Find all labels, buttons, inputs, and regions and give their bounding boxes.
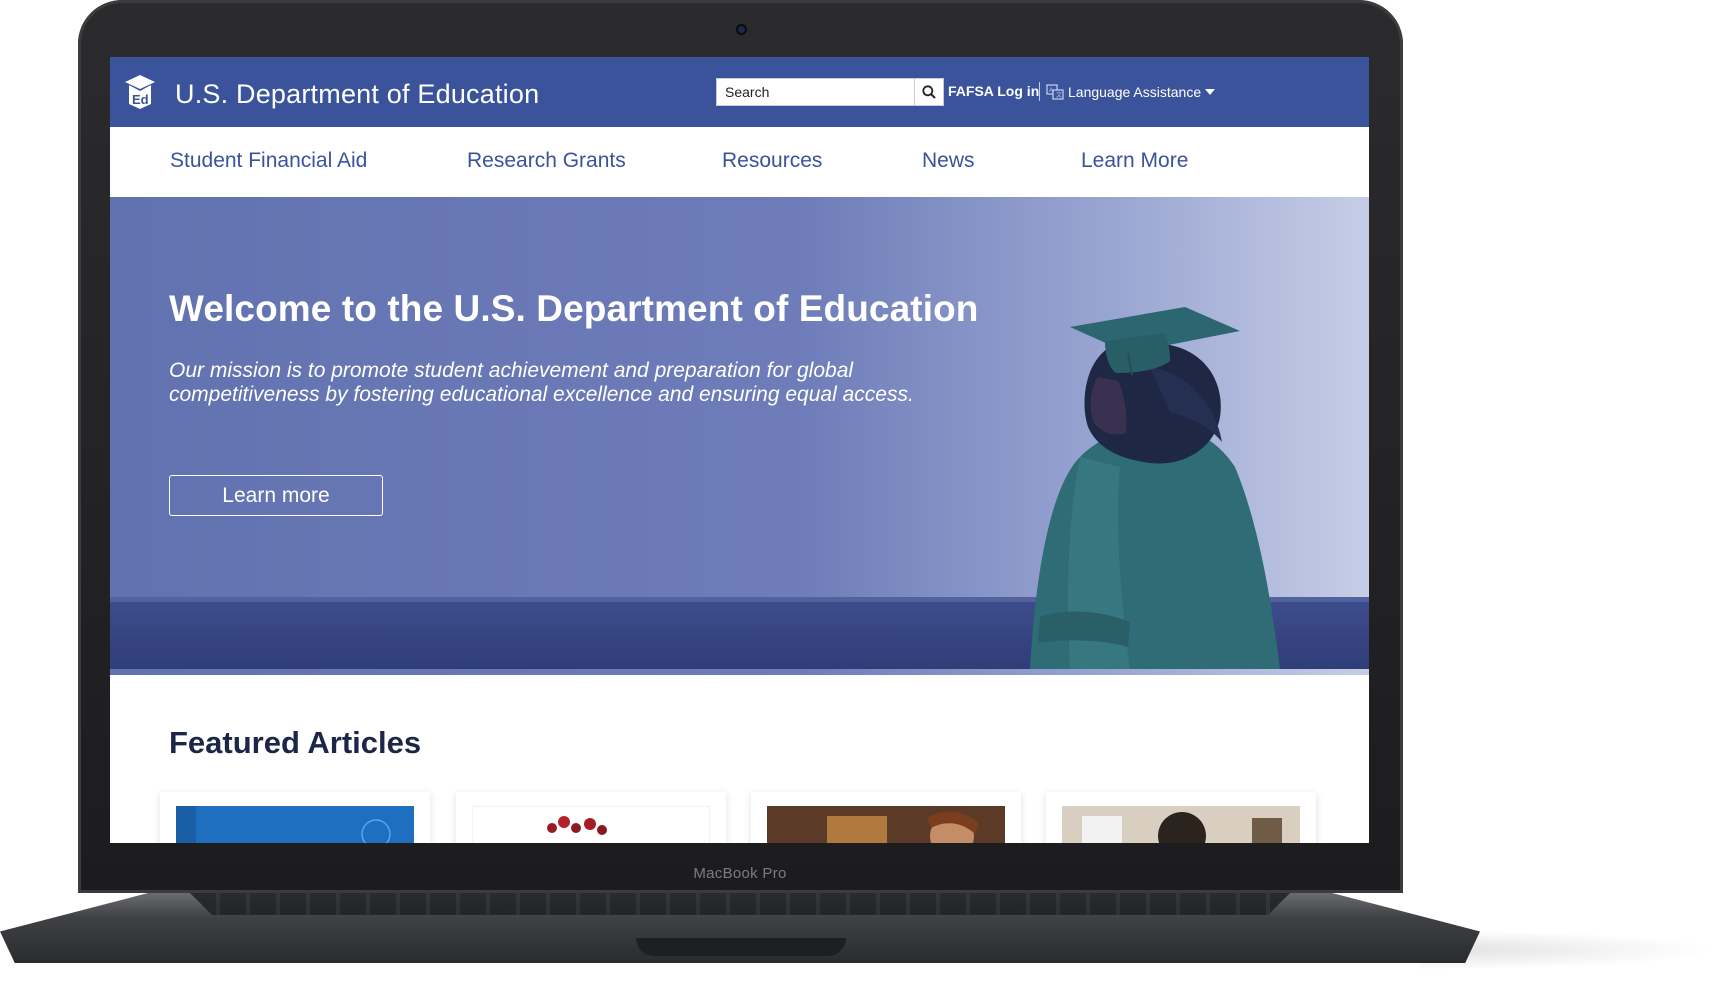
search-form xyxy=(716,78,944,106)
article-card-1[interactable] xyxy=(160,792,430,843)
nav-item-learn-more[interactable]: Learn More xyxy=(1081,149,1188,173)
language-assistance-label: Language Assistance xyxy=(1068,84,1202,100)
site-header: Ed U.S. Department of Education FAFSA Lo… xyxy=(110,57,1369,127)
graduate-photo xyxy=(1030,307,1280,669)
hero-banner: Welcome to the U.S. Department of Educat… xyxy=(110,197,1369,675)
article-card-3[interactable] xyxy=(751,792,1021,843)
learn-more-button[interactable]: Learn more xyxy=(169,475,383,516)
article-card-2[interactable] xyxy=(456,792,726,843)
featured-articles-title: Featured Articles xyxy=(169,725,422,760)
search-button[interactable] xyxy=(914,79,943,105)
article-thumbnail xyxy=(767,806,1005,843)
caret-down-icon xyxy=(1205,89,1216,95)
laptop-screen: Ed U.S. Department of Education FAFSA Lo… xyxy=(110,57,1369,843)
language-assistance-dropdown[interactable]: A 文 Language Assistance xyxy=(1046,81,1216,103)
article-thumbnail xyxy=(176,806,414,843)
nav-item-research-grants[interactable]: Research Grants xyxy=(467,149,626,173)
article-thumbnail xyxy=(472,806,710,843)
article-thumbnail xyxy=(1062,806,1300,843)
article-card-4[interactable] xyxy=(1046,792,1316,843)
nav-item-news[interactable]: News xyxy=(922,149,975,173)
lid-notch xyxy=(636,938,846,956)
svg-text:文: 文 xyxy=(1056,91,1062,99)
keyboard xyxy=(190,893,1290,915)
hero-subtitle: Our mission is to promote student achiev… xyxy=(169,359,914,406)
webcam xyxy=(738,26,745,33)
fafsa-login-link[interactable]: FAFSA Log in xyxy=(948,83,1039,99)
ed-logo-icon[interactable]: Ed xyxy=(124,74,156,110)
svg-text:Ed: Ed xyxy=(132,92,149,107)
translate-icon: A 文 xyxy=(1046,84,1064,100)
nav-item-student-financial-aid[interactable]: Student Financial Aid xyxy=(170,149,367,173)
nav-item-resources[interactable]: Resources xyxy=(722,149,822,173)
site-title[interactable]: U.S. Department of Education xyxy=(175,79,539,110)
device-label: MacBook Pro xyxy=(693,865,787,882)
search-icon xyxy=(922,85,936,99)
search-input[interactable] xyxy=(717,79,913,105)
header-divider xyxy=(1039,82,1040,101)
main-nav: Student Financial Aid Research Grants Re… xyxy=(110,127,1369,198)
hero-title: Welcome to the U.S. Department of Educat… xyxy=(169,288,979,329)
svg-text:A: A xyxy=(1049,88,1053,94)
laptop-lid: Ed U.S. Department of Education FAFSA Lo… xyxy=(78,0,1403,893)
